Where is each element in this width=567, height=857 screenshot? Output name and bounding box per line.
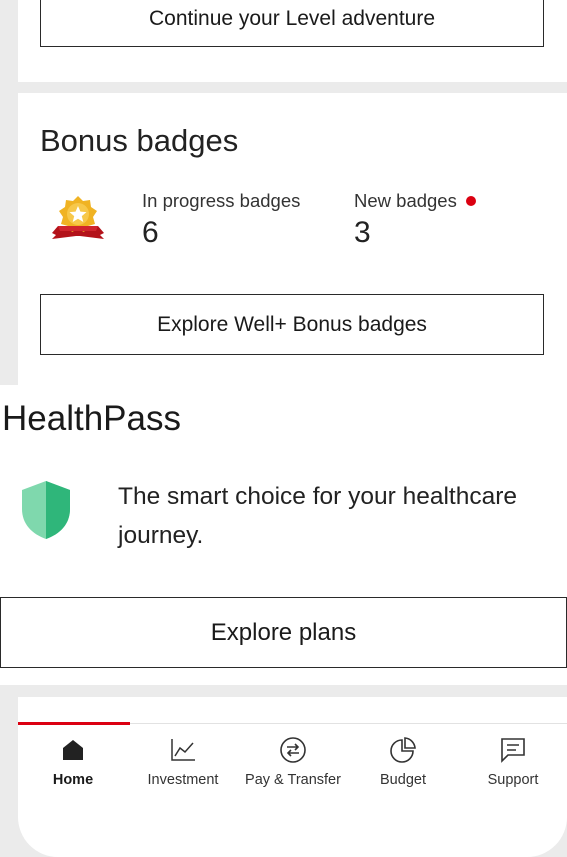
shield-icon — [22, 481, 70, 539]
pie-chart-icon — [390, 737, 416, 763]
nav-label-support: Support — [487, 772, 539, 788]
bottom-navigation: Home Investment Pay & Transfer Budget Su… — [18, 697, 567, 857]
bonus-badges-title: Bonus badges — [40, 123, 239, 158]
chart-line-icon — [171, 739, 195, 761]
nav-item-pay-transfer[interactable]: Pay & Transfer — [238, 735, 348, 788]
nav-active-indicator — [18, 722, 130, 725]
award-badge-icon — [52, 196, 104, 239]
chat-icon — [501, 738, 525, 763]
in-progress-label: In progress badges — [142, 190, 301, 211]
transfer-icon — [280, 737, 306, 763]
home-icon — [63, 740, 83, 760]
in-progress-count: 6 — [142, 216, 159, 249]
bonus-badges-card: Bonus badges In progress badges 6 New ba… — [18, 93, 567, 385]
nav-item-investment[interactable]: Investment — [128, 735, 238, 788]
level-card: Continue your Level adventure — [18, 0, 567, 82]
new-badges-count: 3 — [354, 216, 371, 249]
nav-item-budget[interactable]: Budget — [348, 735, 458, 788]
healthpass-description: The smart choice for your healthcare jou… — [118, 483, 517, 549]
notification-dot-icon — [465, 196, 476, 206]
nav-label-budget: Budget — [380, 772, 426, 788]
healthpass-card: HealthPass The smart choice for your hea… — [0, 385, 567, 685]
explore-plans-button[interactable]: Explore plans — [0, 597, 567, 668]
new-badges-stat: New badges 3 — [354, 190, 476, 250]
nav-label-pay-transfer: Pay & Transfer — [245, 772, 341, 788]
continue-level-button[interactable]: Continue your Level adventure — [40, 0, 544, 47]
new-badges-label: New badges — [354, 190, 457, 211]
healthpass-title: HealthPass — [2, 399, 181, 438]
in-progress-badges-stat: In progress badges 6 — [142, 190, 300, 250]
explore-bonus-badges-button[interactable]: Explore Well+ Bonus badges — [40, 294, 544, 355]
nav-item-support[interactable]: Support — [458, 735, 567, 788]
nav-item-home[interactable]: Home — [18, 735, 128, 788]
nav-label-home: Home — [52, 772, 94, 788]
nav-label-investment: Investment — [147, 772, 219, 788]
